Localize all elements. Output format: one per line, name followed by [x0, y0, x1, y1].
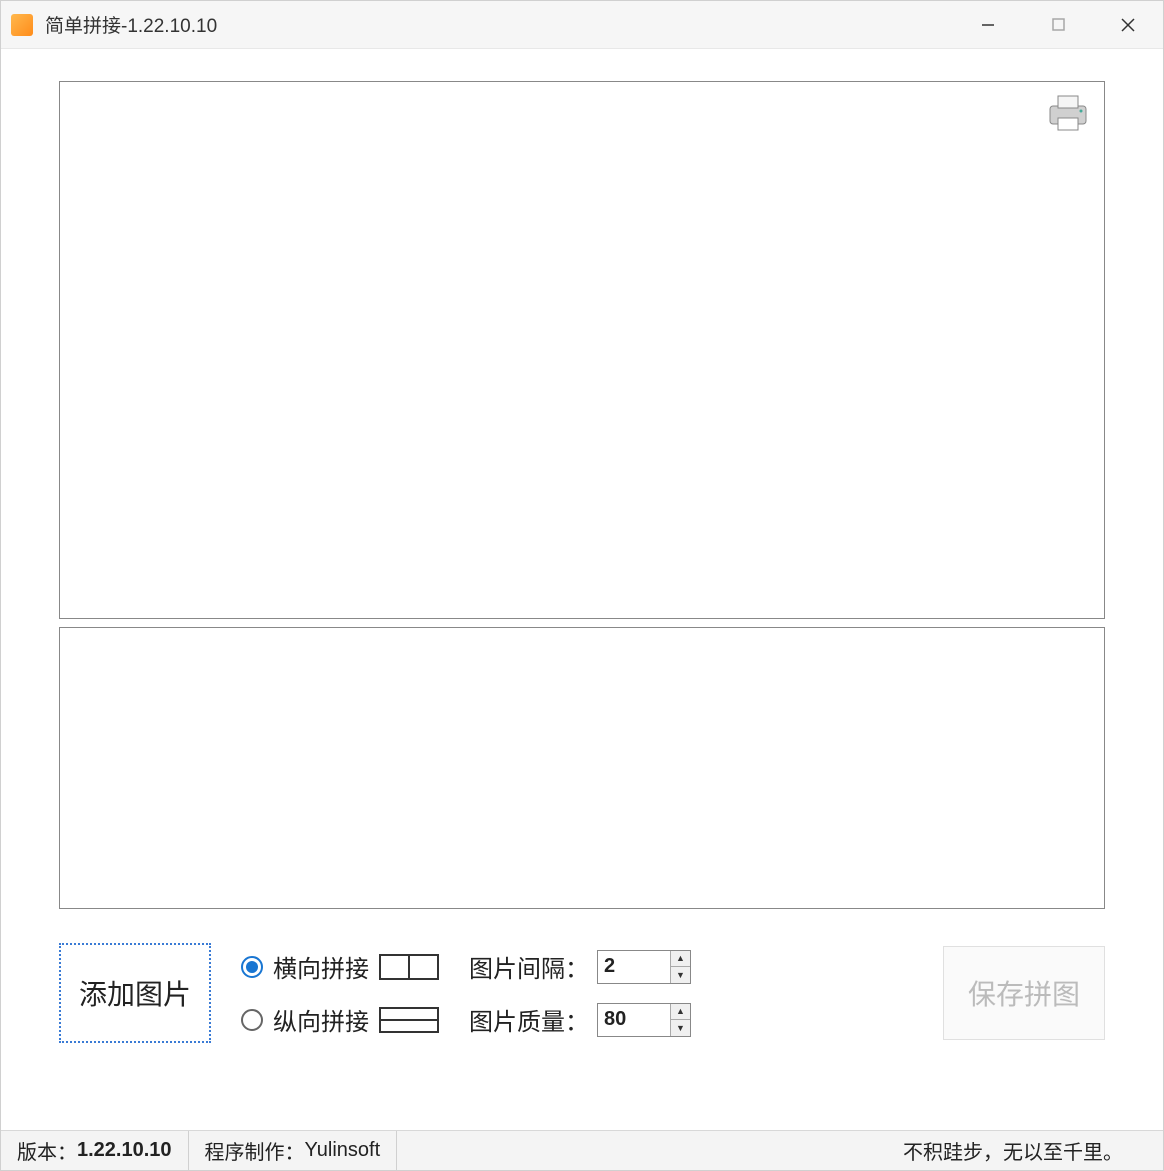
close-button[interactable] [1093, 1, 1163, 48]
quality-value[interactable]: 80 [598, 1004, 670, 1036]
printer-icon [1046, 92, 1090, 132]
gap-value[interactable]: 2 [598, 951, 670, 983]
content-area: 添加图片 横向拼接 纵向拼接 [1, 49, 1163, 1130]
author-label: 程序制作： [205, 1136, 305, 1165]
quality-down-button[interactable]: ▼ [671, 1020, 690, 1036]
thumbnail-panel [59, 627, 1105, 909]
vertical-radio[interactable]: 纵向拼接 [241, 1002, 439, 1037]
window-title: 简单拼接-1.22.10.10 [45, 11, 953, 38]
author-value: Yulinsoft [305, 1139, 381, 1162]
spinner-group: 图片间隔： 2 ▲ ▼ 图片质量： 80 ▲ [469, 949, 691, 1037]
maximize-button[interactable] [1023, 1, 1093, 48]
vertical-split-icon [379, 1007, 439, 1033]
preview-panel [59, 81, 1105, 619]
horizontal-split-icon [379, 954, 439, 980]
print-button[interactable] [1046, 92, 1090, 132]
window-controls [953, 1, 1163, 48]
radio-unchecked-icon [241, 1009, 263, 1031]
horizontal-label: 横向拼接 [273, 949, 369, 984]
statusbar: 版本： 1.22.10.10 程序制作： Yulinsoft 不积跬步，无以至千… [1, 1130, 1163, 1170]
quality-arrows: ▲ ▼ [670, 1004, 690, 1036]
gap-down-button[interactable]: ▼ [671, 967, 690, 983]
add-image-button[interactable]: 添加图片 [59, 943, 211, 1043]
quality-up-button[interactable]: ▲ [671, 1004, 690, 1021]
version-label: 版本： [17, 1136, 77, 1165]
gap-spinner[interactable]: 2 ▲ ▼ [597, 950, 691, 984]
radio-checked-icon [241, 956, 263, 978]
vertical-label: 纵向拼接 [273, 1002, 369, 1037]
gap-arrows: ▲ ▼ [670, 951, 690, 983]
version-value: 1.22.10.10 [77, 1139, 172, 1162]
minimize-button[interactable] [953, 1, 1023, 48]
app-window: 简单拼接-1.22.10.10 [0, 0, 1164, 1171]
horizontal-radio[interactable]: 横向拼接 [241, 949, 439, 984]
titlebar: 简单拼接-1.22.10.10 [1, 1, 1163, 49]
maximize-icon [1052, 18, 1065, 31]
gap-row: 图片间隔： 2 ▲ ▼ [469, 949, 691, 984]
app-icon [11, 14, 33, 36]
orientation-group: 横向拼接 纵向拼接 [241, 949, 439, 1037]
gap-label: 图片间隔： [469, 949, 589, 984]
minimize-icon [981, 18, 995, 32]
status-author: 程序制作： Yulinsoft [189, 1131, 398, 1170]
status-motto: 不积跬步，无以至千里。 [887, 1131, 1163, 1170]
quality-spinner[interactable]: 80 ▲ ▼ [597, 1003, 691, 1037]
quality-label: 图片质量： [469, 1002, 589, 1037]
controls-row: 添加图片 横向拼接 纵向拼接 [59, 933, 1105, 1067]
status-version: 版本： 1.22.10.10 [1, 1131, 189, 1170]
gap-up-button[interactable]: ▲ [671, 951, 690, 968]
quality-row: 图片质量： 80 ▲ ▼ [469, 1002, 691, 1037]
save-button[interactable]: 保存拼图 [943, 946, 1105, 1040]
close-icon [1120, 17, 1136, 33]
